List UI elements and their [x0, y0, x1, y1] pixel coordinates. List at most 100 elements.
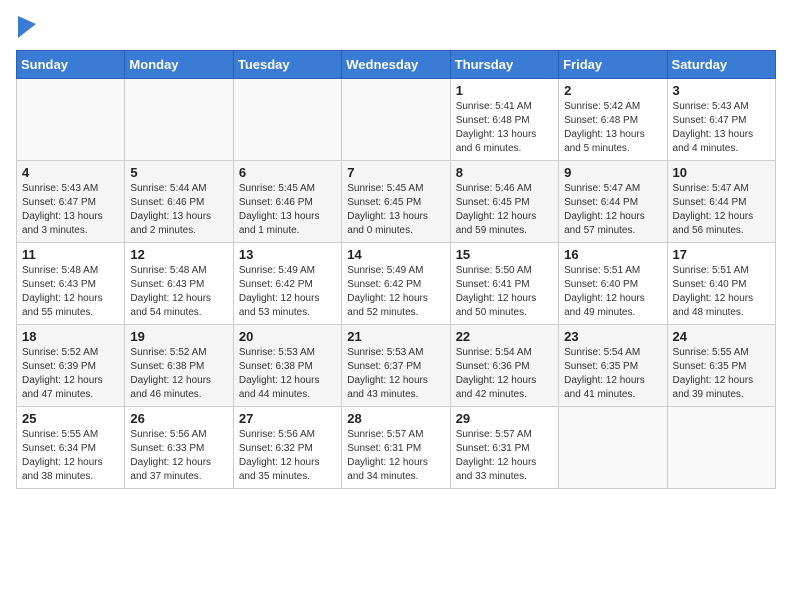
- calendar-table: SundayMondayTuesdayWednesdayThursdayFrid…: [16, 50, 776, 489]
- day-number: 24: [673, 329, 770, 344]
- day-number: 26: [130, 411, 227, 426]
- day-info: Sunrise: 5:48 AM Sunset: 6:43 PM Dayligh…: [130, 264, 227, 320]
- calendar-week-row: 11Sunrise: 5:48 AM Sunset: 6:43 PM Dayli…: [17, 243, 776, 325]
- day-number: 12: [130, 247, 227, 262]
- day-number: 20: [239, 329, 336, 344]
- calendar-cell: 23Sunrise: 5:54 AM Sunset: 6:35 PM Dayli…: [559, 325, 667, 407]
- day-info: Sunrise: 5:49 AM Sunset: 6:42 PM Dayligh…: [347, 264, 444, 320]
- calendar-cell: 14 Sunrise: 5:49 AM Sunset: 6:42 PM Dayli…: [342, 243, 450, 325]
- calendar-week-row: 18 Sunrise: 5:52 AM Sunset: 6:39 PM Dayli…: [17, 325, 776, 407]
- day-info: Sunrise: 5:56 AM Sunset: 6:33 PM Dayligh…: [130, 428, 227, 484]
- day-info: Sunrise: 5:50 AM Sunset: 6:41 PM Dayligh…: [456, 264, 553, 320]
- day-info: Sunrise: 5:56 AM Sunset: 6:32 PM Dayligh…: [239, 428, 336, 484]
- weekday-header-sunday: Sunday: [17, 51, 125, 79]
- day-info: Sunrise: 5:52 AM Sunset: 6:38 PM Dayligh…: [130, 346, 227, 402]
- day-number: 6: [239, 165, 336, 180]
- day-info: Sunrise: 5:55 AM Sunset: 6:34 PM Dayligh…: [22, 428, 119, 484]
- day-number: 1: [456, 83, 553, 98]
- calendar-cell: [125, 79, 233, 161]
- calendar-week-row: 1 Sunrise: 5:41 AM Sunset: 6:48 PM Daylig…: [17, 79, 776, 161]
- weekday-header-thursday: Thursday: [450, 51, 558, 79]
- calendar-week-row: 4 Sunrise: 5:43 AM Sunset: 6:47 PM Daylig…: [17, 161, 776, 243]
- day-number: 3: [673, 83, 770, 98]
- day-number: 8: [456, 165, 553, 180]
- calendar-week-row: 25 Sunrise: 5:55 AM Sunset: 6:34 PM Dayli…: [17, 407, 776, 489]
- day-info: Sunrise: 5:45 AM Sunset: 6:46 PM Dayligh…: [239, 182, 336, 238]
- calendar-cell: 22Sunrise: 5:54 AM Sunset: 6:36 PM Dayli…: [450, 325, 558, 407]
- calendar-cell: 9 Sunrise: 5:47 AM Sunset: 6:44 PM Daylig…: [559, 161, 667, 243]
- calendar-cell: 26 Sunrise: 5:56 AM Sunset: 6:33 PM Dayli…: [125, 407, 233, 489]
- calendar-cell: [17, 79, 125, 161]
- day-info: Sunrise: 5:44 AM Sunset: 6:46 PM Dayligh…: [130, 182, 227, 238]
- day-info: Sunrise: 5:57 AM Sunset: 6:31 PM Dayligh…: [456, 428, 553, 484]
- day-number: 14: [347, 247, 444, 262]
- calendar-cell: 19 Sunrise: 5:52 AM Sunset: 6:38 PM Dayli…: [125, 325, 233, 407]
- day-info: Sunrise: 5:52 AM Sunset: 6:39 PM Dayligh…: [22, 346, 119, 402]
- day-info: Sunrise: 5:57 AM Sunset: 6:31 PM Dayligh…: [347, 428, 444, 484]
- calendar-cell: 8 Sunrise: 5:46 AM Sunset: 6:45 PM Daylig…: [450, 161, 558, 243]
- calendar-cell: 24 Sunrise: 5:55 AM Sunset: 6:35 PM Dayli…: [667, 325, 775, 407]
- day-info: Sunrise: 5:54 AM Sunset: 6:35 PM Dayligh…: [564, 346, 661, 402]
- calendar-cell: 20 Sunrise: 5:53 AM Sunset: 6:38 PM Dayli…: [233, 325, 341, 407]
- calendar-cell: 17Sunrise: 5:51 AM Sunset: 6:40 PM Dayli…: [667, 243, 775, 325]
- day-info: Sunrise: 5:46 AM Sunset: 6:45 PM Dayligh…: [456, 182, 553, 238]
- day-number: 27: [239, 411, 336, 426]
- weekday-header-friday: Friday: [559, 51, 667, 79]
- day-number: 9: [564, 165, 661, 180]
- calendar-cell: [559, 407, 667, 489]
- calendar-cell: 4 Sunrise: 5:43 AM Sunset: 6:47 PM Daylig…: [17, 161, 125, 243]
- calendar-cell: 25 Sunrise: 5:55 AM Sunset: 6:34 PM Dayli…: [17, 407, 125, 489]
- weekday-header-monday: Monday: [125, 51, 233, 79]
- day-info: Sunrise: 5:43 AM Sunset: 6:47 PM Dayligh…: [673, 100, 770, 156]
- calendar-cell: 2 Sunrise: 5:42 AM Sunset: 6:48 PM Daylig…: [559, 79, 667, 161]
- weekday-header-wednesday: Wednesday: [342, 51, 450, 79]
- calendar-cell: 7 Sunrise: 5:45 AM Sunset: 6:45 PM Daylig…: [342, 161, 450, 243]
- calendar-cell: [342, 79, 450, 161]
- day-number: 16: [564, 247, 661, 262]
- day-number: 19: [130, 329, 227, 344]
- day-info: Sunrise: 5:49 AM Sunset: 6:42 PM Dayligh…: [239, 264, 336, 320]
- calendar-cell: 29 Sunrise: 5:57 AM Sunset: 6:31 PM Dayli…: [450, 407, 558, 489]
- day-info: Sunrise: 5:48 AM Sunset: 6:43 PM Dayligh…: [22, 264, 119, 320]
- calendar-cell: [667, 407, 775, 489]
- day-info: Sunrise: 5:41 AM Sunset: 6:48 PM Dayligh…: [456, 100, 553, 156]
- calendar-cell: 21 Sunrise: 5:53 AM Sunset: 6:37 PM Dayli…: [342, 325, 450, 407]
- calendar-cell: 11Sunrise: 5:48 AM Sunset: 6:43 PM Dayli…: [17, 243, 125, 325]
- day-info: Sunrise: 5:45 AM Sunset: 6:45 PM Dayligh…: [347, 182, 444, 238]
- day-info: Sunrise: 5:47 AM Sunset: 6:44 PM Dayligh…: [564, 182, 661, 238]
- day-info: Sunrise: 5:54 AM Sunset: 6:36 PM Dayligh…: [456, 346, 553, 402]
- day-number: 5: [130, 165, 227, 180]
- day-number: 18: [22, 329, 119, 344]
- day-info: Sunrise: 5:53 AM Sunset: 6:37 PM Dayligh…: [347, 346, 444, 402]
- calendar-cell: 18 Sunrise: 5:52 AM Sunset: 6:39 PM Dayli…: [17, 325, 125, 407]
- calendar-cell: 10 Sunrise: 5:47 AM Sunset: 6:44 PM Dayli…: [667, 161, 775, 243]
- day-info: Sunrise: 5:51 AM Sunset: 6:40 PM Dayligh…: [673, 264, 770, 320]
- calendar-cell: 12 Sunrise: 5:48 AM Sunset: 6:43 PM Dayli…: [125, 243, 233, 325]
- weekday-header-tuesday: Tuesday: [233, 51, 341, 79]
- day-number: 21: [347, 329, 444, 344]
- calendar-cell: 27 Sunrise: 5:56 AM Sunset: 6:32 PM Dayli…: [233, 407, 341, 489]
- page-header: [16, 16, 776, 38]
- day-number: 4: [22, 165, 119, 180]
- day-info: Sunrise: 5:42 AM Sunset: 6:48 PM Dayligh…: [564, 100, 661, 156]
- day-info: Sunrise: 5:51 AM Sunset: 6:40 PM Dayligh…: [564, 264, 661, 320]
- day-number: 2: [564, 83, 661, 98]
- day-info: Sunrise: 5:53 AM Sunset: 6:38 PM Dayligh…: [239, 346, 336, 402]
- calendar-cell: 13Sunrise: 5:49 AM Sunset: 6:42 PM Dayli…: [233, 243, 341, 325]
- day-info: Sunrise: 5:43 AM Sunset: 6:47 PM Dayligh…: [22, 182, 119, 238]
- day-number: 25: [22, 411, 119, 426]
- day-number: 28: [347, 411, 444, 426]
- calendar-cell: 6 Sunrise: 5:45 AM Sunset: 6:46 PM Daylig…: [233, 161, 341, 243]
- day-number: 15: [456, 247, 553, 262]
- day-info: Sunrise: 5:47 AM Sunset: 6:44 PM Dayligh…: [673, 182, 770, 238]
- day-number: 10: [673, 165, 770, 180]
- day-number: 7: [347, 165, 444, 180]
- calendar-header-row: SundayMondayTuesdayWednesdayThursdayFrid…: [17, 51, 776, 79]
- calendar-cell: 16 Sunrise: 5:51 AM Sunset: 6:40 PM Dayli…: [559, 243, 667, 325]
- weekday-header-saturday: Saturday: [667, 51, 775, 79]
- logo: [16, 16, 36, 38]
- calendar-cell: 5 Sunrise: 5:44 AM Sunset: 6:46 PM Daylig…: [125, 161, 233, 243]
- day-info: Sunrise: 5:55 AM Sunset: 6:35 PM Dayligh…: [673, 346, 770, 402]
- calendar-cell: 3 Sunrise: 5:43 AM Sunset: 6:47 PM Daylig…: [667, 79, 775, 161]
- day-number: 29: [456, 411, 553, 426]
